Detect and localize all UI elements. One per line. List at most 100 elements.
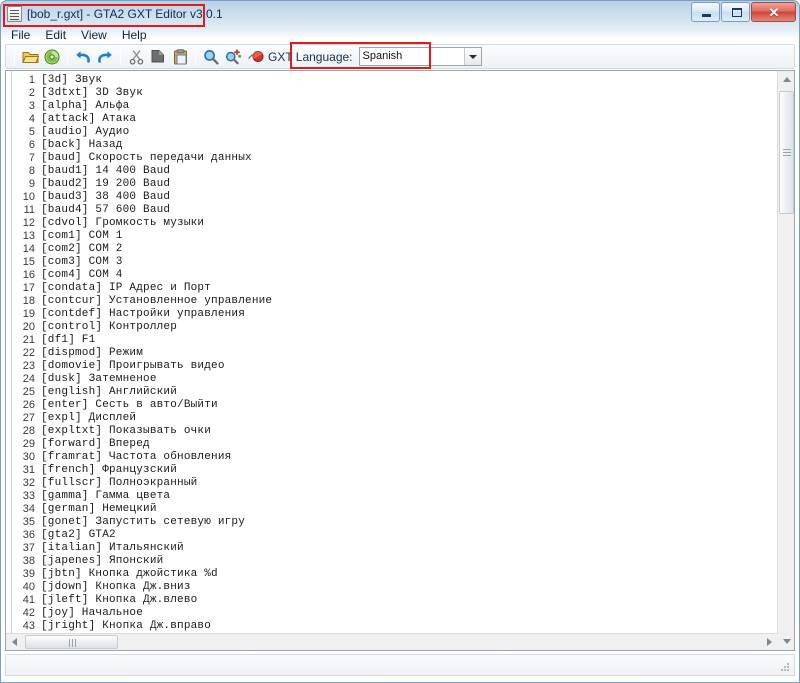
paste-icon	[173, 49, 188, 65]
line-content: [alpha] Альфа	[38, 100, 129, 113]
title-bar[interactable]: [bob_r.gxt] - GTA2 GXT Editor v3.0.1 ✕	[1, 1, 799, 26]
code-line[interactable]: 30[framrat] Частота обновления	[6, 451, 776, 464]
close-button[interactable]: ✕	[751, 2, 796, 22]
scroll-left-arrow-icon[interactable]	[6, 634, 23, 650]
open-file-button[interactable]	[19, 46, 41, 67]
code-line[interactable]: 28[expltxt] Показывать очки	[6, 425, 776, 438]
code-line[interactable]: 25[english] Английский	[6, 386, 776, 399]
line-content: [cdvol] Громкость музыки	[38, 217, 204, 230]
line-number: 15	[6, 256, 38, 269]
code-line[interactable]: 12[cdvol] Громкость музыки	[6, 217, 776, 230]
cut-button[interactable]	[125, 46, 147, 67]
line-content: [baud1] 14 400 Baud	[38, 165, 170, 178]
line-number: 2	[6, 87, 38, 100]
code-line[interactable]: 14[com2] COM 2	[6, 243, 776, 256]
line-number: 27	[6, 412, 38, 425]
scroll-right-arrow-icon[interactable]	[761, 634, 778, 650]
code-line[interactable]: 9[baud2] 19 200 Baud	[6, 178, 776, 191]
code-line[interactable]: 32[fullscr] Полноэкранный	[6, 477, 776, 490]
line-number: 13	[6, 230, 38, 243]
code-line[interactable]: 33[gamma] Гамма цвета	[6, 490, 776, 503]
code-line[interactable]: 3[alpha] Альфа	[6, 100, 776, 113]
code-line[interactable]: 39[jbtn] Кнопка джойстика %d	[6, 568, 776, 581]
line-number: 10	[6, 191, 38, 204]
line-content: [forward] Вперед	[38, 438, 150, 451]
horizontal-scrollbar[interactable]	[6, 633, 778, 650]
stop-record-button[interactable]	[244, 46, 266, 67]
minimize-button[interactable]	[691, 2, 720, 22]
code-line[interactable]: 8[baud1] 14 400 Baud	[6, 165, 776, 178]
code-line[interactable]: 4[attack] Атака	[6, 113, 776, 126]
redo-button[interactable]	[94, 46, 116, 67]
chevron-down-icon[interactable]	[464, 48, 481, 65]
code-line[interactable]: 37[italian] Итальянский	[6, 542, 776, 555]
resize-grip-icon[interactable]	[779, 661, 791, 673]
copy-button[interactable]	[147, 46, 169, 67]
code-line[interactable]: 1[3d] Звук	[6, 74, 776, 87]
code-line[interactable]: 34[german] Немецкий	[6, 503, 776, 516]
menu-help[interactable]: Help	[122, 27, 156, 43]
gxt-language-select[interactable]: Spanish	[359, 47, 482, 66]
code-line[interactable]: 41[jleft] Кнопка Дж.влево	[6, 594, 776, 607]
code-line[interactable]: 22[dispmod] Режим	[6, 347, 776, 360]
menu-file[interactable]: File	[11, 27, 39, 43]
code-line[interactable]: 6[back] Назад	[6, 139, 776, 152]
code-line[interactable]: 15[com3] COM 3	[6, 256, 776, 269]
code-line[interactable]: 31[french] Французский	[6, 464, 776, 477]
code-line[interactable]: 10[baud3] 38 400 Baud	[6, 191, 776, 204]
code-line[interactable]: 7[baud] Скорость передачи данных	[6, 152, 776, 165]
line-content: [expltxt] Показывать очки	[38, 425, 211, 438]
code-line[interactable]: 13[com1] COM 1	[6, 230, 776, 243]
find-button[interactable]	[200, 46, 222, 67]
code-line[interactable]: 17[condata] IP Адрес и Порт	[6, 282, 776, 295]
toolbar-separator	[14, 48, 15, 65]
line-number: 6	[6, 139, 38, 152]
maximize-button[interactable]	[721, 2, 750, 22]
line-number: 16	[6, 269, 38, 282]
code-line[interactable]: 27[expl] Дисплей	[6, 412, 776, 425]
code-line[interactable]: 18[contcur] Установленное управление	[6, 295, 776, 308]
code-line[interactable]: 20[control] Контроллер	[6, 321, 776, 334]
code-line[interactable]: 43[jright] Кнопка Дж.вправо	[6, 620, 776, 633]
line-number: 43	[6, 620, 38, 633]
code-line[interactable]: 26[enter] Сесть в авто/Выйти	[6, 399, 776, 412]
code-line[interactable]: 38[japenes] Японский	[6, 555, 776, 568]
window-controls[interactable]: ✕	[690, 2, 796, 23]
save-disc-button[interactable]	[41, 46, 63, 67]
line-number: 42	[6, 607, 38, 620]
code-line[interactable]: 40[jdown] Кнопка Дж.вниз	[6, 581, 776, 594]
code-line[interactable]: 29[forward] Вперед	[6, 438, 776, 451]
code-line[interactable]: 5[audio] Аудио	[6, 126, 776, 139]
code-line[interactable]: 36[gta2] GTA2	[6, 529, 776, 542]
code-line[interactable]: 19[contdef] Настройки управления	[6, 308, 776, 321]
vertical-scrollbar[interactable]	[777, 71, 794, 650]
undo-button[interactable]	[72, 46, 94, 67]
menu-view[interactable]: View	[81, 27, 116, 43]
scroll-down-arrow-icon[interactable]	[778, 633, 795, 650]
text-editor-area[interactable]: 1[3d] Звук2[3dtxt] 3D Звук3[alpha] Альфа…	[5, 70, 795, 651]
line-number: 29	[6, 438, 38, 451]
gxt-language-label: GXT Language:	[268, 50, 353, 64]
code-line[interactable]: 42[joy] Начальное	[6, 607, 776, 620]
paste-button[interactable]	[169, 46, 191, 67]
redo-icon	[96, 49, 114, 64]
code-line[interactable]: 23[domovie] Проигрывать видео	[6, 360, 776, 373]
search-replace-icon	[225, 49, 242, 65]
code-line[interactable]: 11[baud4] 57 600 Baud	[6, 204, 776, 217]
find-replace-button[interactable]	[222, 46, 244, 67]
code-line[interactable]: 16[com4] COM 4	[6, 269, 776, 282]
gxt-language-value: Spanish	[360, 50, 464, 63]
line-number: 4	[6, 113, 38, 126]
toolbar-separator	[120, 48, 121, 65]
code-line[interactable]: 2[3dtxt] 3D Звук	[6, 87, 776, 100]
line-content: [english] Английский	[38, 386, 177, 399]
code-line[interactable]: 24[dusk] Затемненое	[6, 373, 776, 386]
menu-bar[interactable]: File Edit View Help	[1, 26, 799, 44]
code-line[interactable]: 21[df1] F1	[6, 334, 776, 347]
line-number: 12	[6, 217, 38, 230]
scroll-up-arrow-icon[interactable]	[778, 71, 795, 88]
horizontal-scrollbar-thumb[interactable]	[25, 635, 118, 649]
menu-edit[interactable]: Edit	[45, 27, 75, 43]
code-line[interactable]: 35[gonet] Запустить сетевую игру	[6, 516, 776, 529]
vertical-scrollbar-thumb[interactable]	[779, 91, 794, 214]
